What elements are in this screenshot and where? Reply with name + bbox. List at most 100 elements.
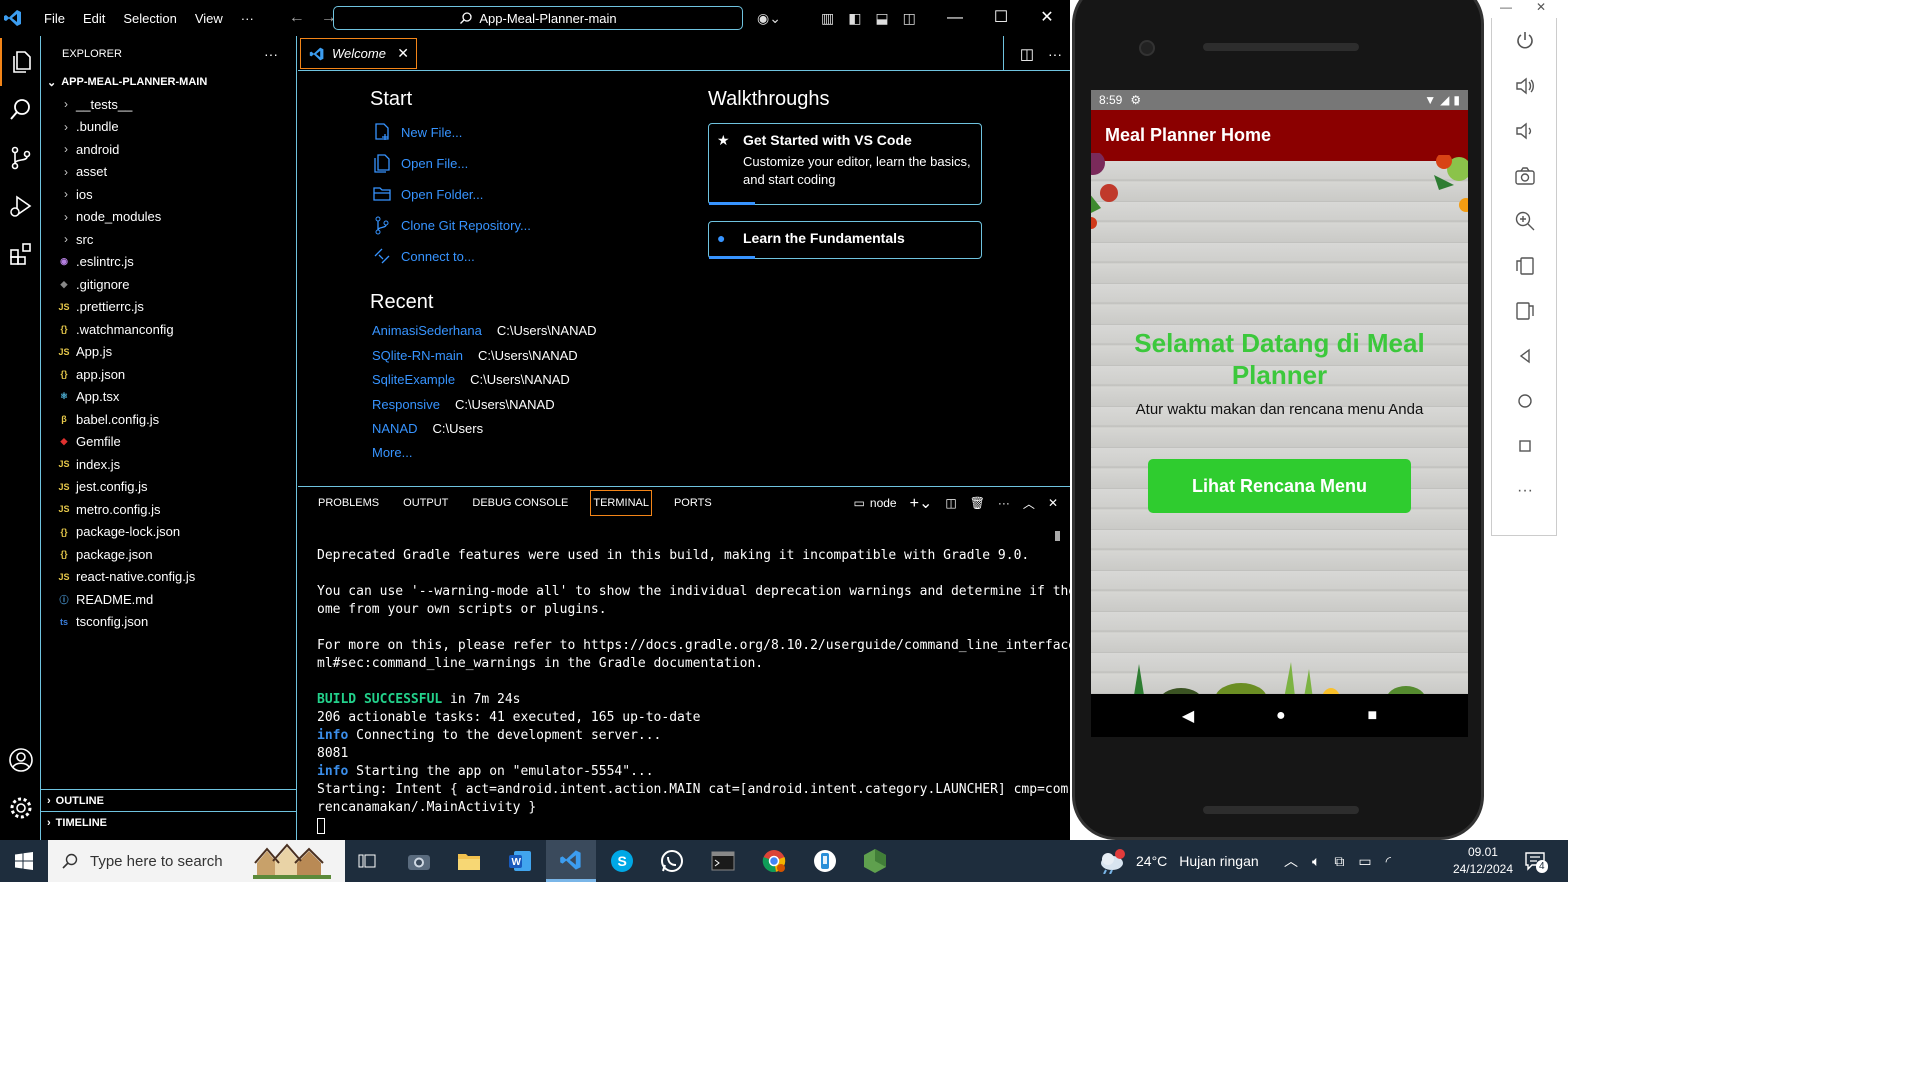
minimize-icon[interactable]: — (932, 0, 978, 36)
toggle-panel-icon[interactable]: ⬓ (875, 10, 888, 27)
notification-center-icon[interactable]: 4 (1524, 840, 1548, 882)
new-terminal-icon[interactable]: +⌄ (910, 493, 933, 513)
tab-debug-console[interactable]: DEBUG CONSOLE (460, 491, 580, 515)
word-icon[interactable]: W (495, 840, 545, 882)
file-item[interactable]: ⓘ README.md (41, 588, 296, 611)
rotate-right-icon[interactable] (1492, 296, 1558, 326)
overview-icon[interactable] (1492, 431, 1558, 461)
folder-item[interactable]: › node_modules (41, 206, 296, 229)
file-item[interactable]: ◉ .eslintrc.js (41, 251, 296, 274)
more-options-icon[interactable]: ··· (1492, 476, 1558, 506)
speaker-icon[interactable]: 🔈︎ (1312, 853, 1320, 870)
file-item[interactable]: {} package-lock.json (41, 521, 296, 544)
run-debug-icon[interactable] (0, 182, 41, 230)
split-editor-icon[interactable]: ◫ (1020, 45, 1034, 63)
wifi-icon[interactable]: ◜ (1386, 853, 1391, 870)
folder-item[interactable]: › src (41, 228, 296, 251)
walkthrough-get-started[interactable]: ★ Get Started with VS Code Customize you… (708, 123, 982, 205)
task-view-icon[interactable] (342, 840, 392, 882)
connect-to-link[interactable]: Connect to... (372, 246, 475, 266)
terminal-shell-label[interactable]: node (870, 496, 897, 510)
menu-file[interactable]: File (35, 11, 74, 26)
file-item[interactable]: ⚛ App.tsx (41, 386, 296, 409)
file-item[interactable]: JS react-native.config.js (41, 566, 296, 589)
windows-start-icon[interactable] (0, 840, 48, 882)
recent-item[interactable]: Responsive C:\Users\NANAD (372, 397, 555, 412)
home-icon[interactable]: ● (1276, 707, 1286, 725)
camera-app-icon[interactable] (394, 840, 444, 882)
recent-item[interactable]: AnimasiSederhana C:\Users\NANAD (372, 323, 597, 338)
toggle-secondary-sidebar-icon[interactable]: ◫ (903, 10, 916, 27)
chevron-up-icon[interactable]: ︿ (1284, 851, 1298, 871)
clone-repo-link[interactable]: Clone Git Repository... (372, 215, 531, 235)
copilot-icon[interactable]: ◉⌄ (757, 10, 781, 27)
skype-icon[interactable]: S (597, 840, 647, 882)
tab-problems[interactable]: PROBLEMS (306, 491, 391, 515)
file-item[interactable]: {} .watchmanconfig (41, 318, 296, 341)
maximize-panel-icon[interactable]: ︿ (1023, 495, 1035, 512)
file-item[interactable]: JS App.js (41, 341, 296, 364)
power-icon[interactable] (1492, 26, 1558, 56)
volume-down-icon[interactable] (1492, 116, 1558, 146)
file-item[interactable]: JS index.js (41, 453, 296, 476)
accounts-icon[interactable] (0, 736, 41, 784)
recent-item[interactable]: NANAD C:\Users (372, 421, 483, 436)
maximize-icon[interactable]: ☐ (978, 0, 1024, 36)
file-item[interactable]: JS jest.config.js (41, 476, 296, 499)
customize-layout-icon[interactable]: ▥ (821, 10, 834, 27)
file-item[interactable]: ts tsconfig.json (41, 611, 296, 634)
close-tab-icon[interactable]: ✕ (397, 45, 409, 62)
file-item[interactable]: ◆ .gitignore (41, 273, 296, 296)
close-panel-icon[interactable]: ✕ (1048, 496, 1058, 510)
taskbar-clock[interactable]: 09.01 24/12/2024 (1453, 844, 1513, 878)
battery-icon[interactable]: ▭ (1358, 853, 1371, 870)
terminal-app-icon[interactable] (698, 840, 748, 882)
back-icon[interactable] (1492, 341, 1558, 371)
file-item[interactable]: {} package.json (41, 543, 296, 566)
split-terminal-icon[interactable]: ◫ (945, 496, 956, 510)
whatsapp-icon[interactable] (647, 840, 697, 882)
recent-item[interactable]: SqliteExample C:\Users\NANAD (372, 372, 570, 387)
command-center[interactable]: App-Meal-Planner-main (333, 6, 743, 30)
search-icon[interactable] (0, 86, 41, 134)
folder-item[interactable]: › android (41, 138, 296, 161)
more-actions-icon[interactable]: ··· (264, 46, 278, 62)
close-icon[interactable]: ✕ (1024, 0, 1070, 36)
toggle-sidebar-icon[interactable]: ◧ (848, 10, 861, 27)
terminal-scrollbar[interactable] (1055, 531, 1060, 541)
source-control-icon[interactable] (0, 134, 41, 182)
home-icon[interactable] (1492, 386, 1558, 416)
app-icon[interactable] (800, 840, 850, 882)
trash-icon[interactable]: 🗑 (970, 496, 985, 510)
outline-section[interactable]: › OUTLINE (41, 789, 296, 811)
file-item[interactable]: JS .prettierrc.js (41, 296, 296, 319)
camera-icon[interactable] (1492, 161, 1558, 191)
open-file-link[interactable]: Open File... (372, 153, 468, 173)
close-icon[interactable]: ✕ (1536, 0, 1546, 14)
extensions-icon[interactable] (0, 230, 41, 278)
more-actions-icon[interactable]: ··· (1048, 46, 1062, 62)
explorer-icon[interactable] (0, 38, 41, 86)
weather-widget[interactable]: 24°C Hujan ringan (1098, 840, 1259, 882)
vscode-taskbar-icon[interactable] (546, 840, 596, 882)
terminal-output[interactable]: Deprecated Gradle features were used in … (317, 547, 1070, 835)
back-arrow-icon[interactable]: ← (289, 9, 305, 27)
open-folder-link[interactable]: Open Folder... (372, 184, 483, 204)
volume-up-icon[interactable] (1492, 71, 1558, 101)
folder-item[interactable]: › asset (41, 161, 296, 184)
file-item[interactable]: β babel.config.js (41, 408, 296, 431)
menu-edit[interactable]: Edit (74, 11, 114, 26)
file-item[interactable]: {} app.json (41, 363, 296, 386)
folder-item[interactable]: › ios (41, 183, 296, 206)
view-menu-button[interactable]: Lihat Rencana Menu (1148, 459, 1411, 513)
tab-terminal[interactable]: TERMINAL (590, 490, 652, 516)
back-icon[interactable]: ◀ (1182, 706, 1194, 726)
tab-welcome[interactable]: Welcome ✕ (300, 38, 417, 69)
menu-more[interactable]: ··· (232, 11, 263, 26)
more-recent-link[interactable]: More... (372, 445, 412, 460)
menu-selection[interactable]: Selection (114, 11, 185, 26)
folder-item[interactable]: › __tests__ (41, 93, 296, 116)
new-file-link[interactable]: New File... (372, 122, 462, 142)
device-icon[interactable]: ⧉ (1334, 853, 1344, 870)
file-item[interactable]: JS metro.config.js (41, 498, 296, 521)
